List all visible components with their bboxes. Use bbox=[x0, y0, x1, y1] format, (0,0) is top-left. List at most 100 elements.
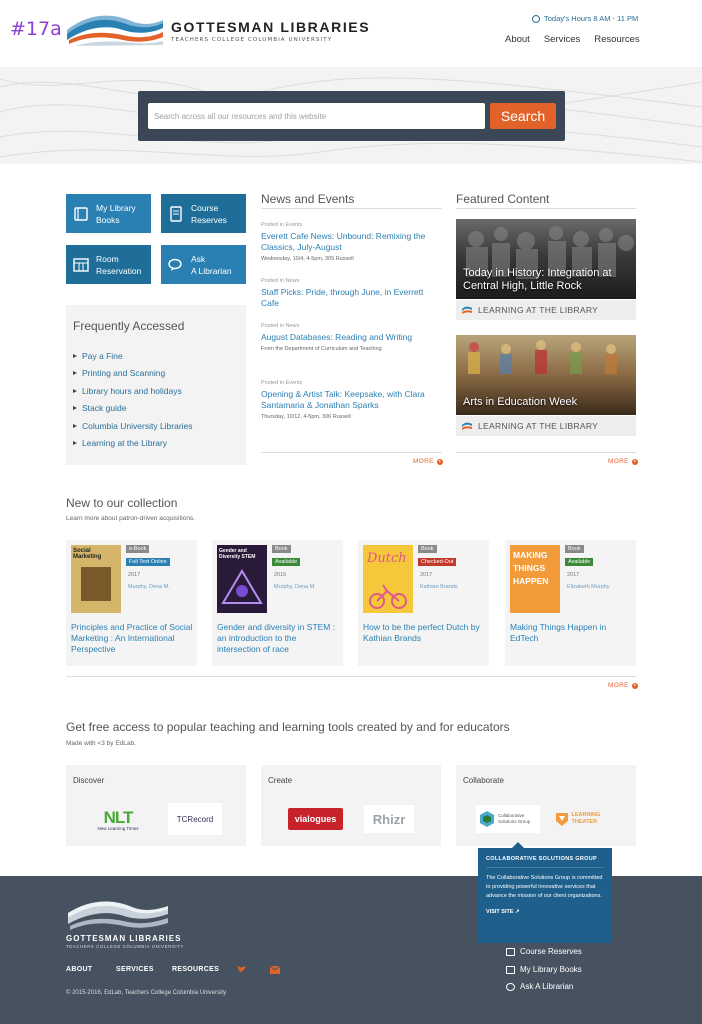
freq-item[interactable]: Printing and Scanning bbox=[73, 365, 193, 383]
search-button[interactable]: Search bbox=[490, 103, 556, 129]
corner-label: #17a bbox=[10, 18, 62, 40]
freq-item[interactable]: Pay a Fine bbox=[73, 347, 193, 365]
book-author[interactable]: Elizabeth Murphy bbox=[567, 584, 610, 590]
freq-item[interactable]: Library hours and holidays bbox=[73, 382, 193, 400]
room-reservation-button[interactable]: Room Reservation bbox=[66, 245, 151, 284]
qb-room-l2: Reservation bbox=[96, 265, 142, 276]
collection-card[interactable]: Gender and Diversity STEM Book Available… bbox=[212, 540, 343, 666]
more-label: MORE bbox=[608, 458, 629, 465]
external-link-icon: ↗ bbox=[515, 909, 520, 915]
collection-title: New to our collection bbox=[66, 496, 178, 510]
book-cover: Social Marketing bbox=[71, 545, 121, 613]
footer-nav-resources[interactable]: RESOURCES bbox=[172, 966, 219, 973]
footer-logo[interactable] bbox=[66, 898, 170, 934]
book-title[interactable]: How to be the perfect Dutch by Kathian B… bbox=[363, 622, 487, 644]
featured-more-link[interactable]: MORE bbox=[608, 458, 638, 465]
book-icon bbox=[74, 206, 88, 221]
news-link[interactable]: Staff Picks: Pride, through June, in Eve… bbox=[261, 287, 442, 309]
frequently-title: Frequently Accessed bbox=[73, 319, 185, 333]
news-link[interactable]: Opening & Artist Talk: Keepsake, with Cl… bbox=[261, 389, 442, 411]
more-label: MORE bbox=[413, 458, 434, 465]
popup-visit-link[interactable]: VISIT SITE ↗ bbox=[486, 909, 604, 915]
book-author[interactable]: Kathian Brands bbox=[420, 584, 458, 590]
featured-tag[interactable]: LEARNING AT THE LIBRARY bbox=[456, 416, 636, 436]
qb-ask-l2: A Librarian bbox=[191, 265, 232, 276]
book-title[interactable]: Gender and diversity in STEM : an introd… bbox=[217, 622, 341, 655]
arrow-circle-icon bbox=[436, 458, 443, 465]
collection-card[interactable]: Dutch Book Checked-Out 2017 Kathian Bran… bbox=[358, 540, 489, 666]
news-title: News and Events bbox=[261, 192, 355, 206]
twitter-icon[interactable] bbox=[237, 966, 247, 974]
book-title[interactable]: Principles and Practice of Social Market… bbox=[71, 622, 195, 655]
csg-icon bbox=[480, 811, 494, 827]
featured-tag[interactable]: LEARNING AT THE LIBRARY bbox=[456, 300, 636, 320]
arrow-icon bbox=[73, 371, 77, 376]
rhizr-logo[interactable]: Rhizr bbox=[364, 805, 414, 833]
hours-info: Today's Hours 8 AM - 11 PM bbox=[532, 14, 638, 23]
collection-card[interactable]: Social Marketing e-Book Full Text Online… bbox=[66, 540, 197, 666]
top-nav: About Services Resources bbox=[505, 34, 640, 45]
collection-subtitle: Learn more about patron-driven acquisiti… bbox=[66, 515, 195, 522]
footer-link-course-reserves[interactable]: Course Reserves bbox=[506, 947, 582, 956]
news-posted: Posted in Events bbox=[261, 380, 303, 386]
chat-icon bbox=[506, 982, 515, 991]
footer-nav-services[interactable]: SERVICES bbox=[116, 966, 154, 973]
frequently-accessed-panel: Frequently Accessed Pay a Fine Printing … bbox=[66, 305, 246, 465]
footer-link-ask-a-librarian[interactable]: Ask A Librarian bbox=[506, 982, 573, 991]
collection-card[interactable]: MAKING THINGS HAPPEN Book Available 2017… bbox=[505, 540, 636, 666]
collection-more-link[interactable]: MORE bbox=[608, 682, 638, 689]
footer-nav-about[interactable]: ABOUT bbox=[66, 966, 92, 973]
cover-text: MAKING THINGS HAPPEN bbox=[513, 550, 549, 586]
book-year: 2016 bbox=[274, 572, 287, 578]
tcrecord-mark: TCRecord bbox=[176, 814, 214, 824]
theater-icon bbox=[555, 813, 568, 826]
featured-caption: Today in History: Integration at Central… bbox=[463, 267, 612, 292]
nav-resources[interactable]: Resources bbox=[594, 34, 639, 45]
format-badge: Book bbox=[272, 545, 291, 553]
freq-item[interactable]: Learning at the Library bbox=[73, 435, 193, 453]
library-logo[interactable] bbox=[65, 12, 165, 46]
book-author[interactable]: Murphy, Dena M. bbox=[274, 584, 316, 590]
footer-link-my-library-books[interactable]: My Library Books bbox=[506, 965, 582, 974]
theater-mark: LEARNING THEATER bbox=[571, 812, 601, 825]
my-library-books-button[interactable]: My Library Books bbox=[66, 194, 151, 233]
format-badge: Book bbox=[565, 545, 584, 553]
csg-logo[interactable]: Collaborative Solutions Group bbox=[476, 805, 540, 833]
news-more-link[interactable]: MORE bbox=[413, 458, 443, 465]
arrow-icon bbox=[73, 406, 77, 411]
vialogues-mark: vialogues bbox=[294, 814, 337, 824]
book-cover: MAKING THINGS HAPPEN bbox=[510, 545, 560, 613]
course-reserves-button[interactable]: Course Reserves bbox=[161, 194, 246, 233]
tools-subtitle: Made with <3 by EdLab. bbox=[66, 740, 136, 747]
reserves-icon bbox=[170, 205, 182, 222]
ask-a-librarian-button[interactable]: Ask A Librarian bbox=[161, 245, 246, 284]
news-item: Posted in Events Everett Cafe News: Unbo… bbox=[261, 222, 442, 262]
learning-theater-logo[interactable]: LEARNING THEATER bbox=[552, 807, 616, 831]
arrow-icon bbox=[73, 441, 77, 446]
nav-services[interactable]: Services bbox=[544, 34, 580, 45]
library-mark-icon bbox=[462, 306, 472, 314]
email-icon[interactable] bbox=[270, 966, 280, 974]
tcrecord-logo[interactable]: TCRecord bbox=[168, 803, 222, 835]
news-link[interactable]: August Databases: Reading and Writing bbox=[261, 332, 442, 343]
freq-item[interactable]: Columbia University Libraries bbox=[73, 417, 193, 435]
cover-text: Social Marketing bbox=[73, 548, 102, 560]
more-label: MORE bbox=[608, 682, 629, 689]
nlt-logo[interactable]: NLT New Learning Times bbox=[88, 805, 148, 835]
footer-link-label: Course Reserves bbox=[520, 947, 582, 956]
featured-card[interactable]: Today in History: Integration at Central… bbox=[456, 219, 636, 299]
featured-card[interactable]: Arts in Education Week bbox=[456, 335, 636, 415]
book-author[interactable]: Murphy, Dena M. bbox=[128, 584, 170, 590]
cover-text: Gender and Diversity STEM bbox=[219, 548, 256, 560]
book-title[interactable]: Making Things Happen in EdTech bbox=[510, 622, 634, 644]
news-link[interactable]: Everett Cafe News: Unbound: Remixing the… bbox=[261, 231, 442, 253]
search-input[interactable] bbox=[148, 103, 485, 129]
status-badge: Available bbox=[272, 558, 301, 566]
nav-about[interactable]: About bbox=[505, 34, 530, 45]
brand-block[interactable]: GOTTESMAN LIBRARIES TEACHERS COLLEGE COL… bbox=[171, 19, 370, 43]
vialogues-logo[interactable]: vialogues bbox=[288, 808, 343, 830]
freq-item[interactable]: Stack guide bbox=[73, 400, 193, 418]
arrow-icon bbox=[73, 423, 77, 428]
reserves-icon bbox=[506, 947, 515, 956]
tools-title: Get free access to popular teaching and … bbox=[66, 720, 510, 734]
